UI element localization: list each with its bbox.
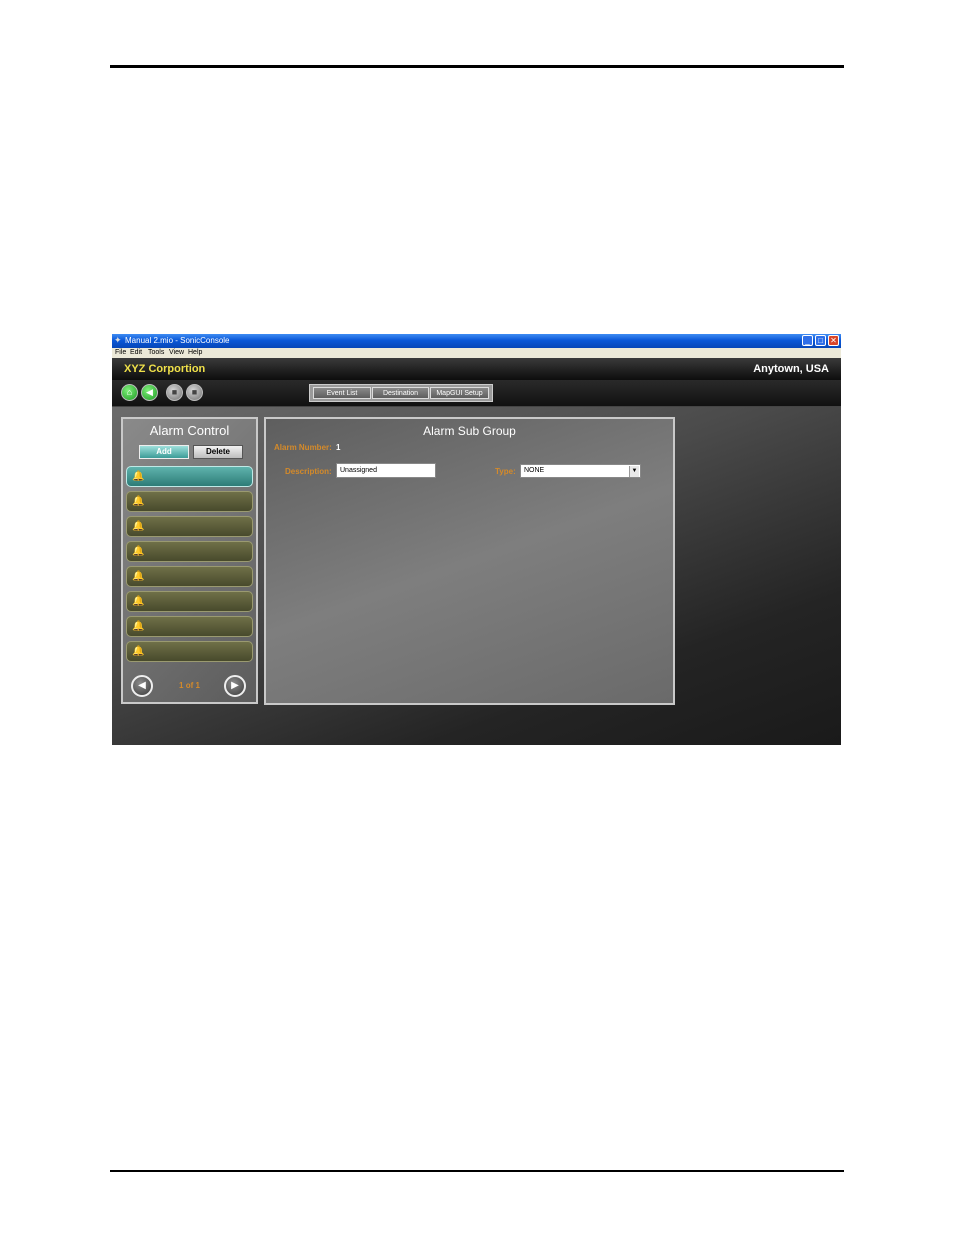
list-item[interactable]: 🔔 xyxy=(126,616,253,637)
alarm-sub-group-title: Alarm Sub Group xyxy=(423,424,516,438)
disabled-tool-icon[interactable]: ■ xyxy=(186,384,203,401)
alarm-bell-icon: 🔔 xyxy=(132,496,145,507)
list-item[interactable]: 🔔 xyxy=(126,566,253,587)
minimize-button[interactable]: _ xyxy=(802,335,813,346)
list-item[interactable]: 🔔 xyxy=(126,516,253,537)
alarm-number-value: 1 xyxy=(336,443,341,452)
alarm-bell-icon: 🔔 xyxy=(132,471,145,482)
page-top-rule xyxy=(110,65,844,68)
alarm-bell-icon: 🔔 xyxy=(132,621,145,632)
page-bottom-rule xyxy=(110,1170,844,1172)
alarm-bell-icon: 🔔 xyxy=(132,521,145,532)
delete-button[interactable]: Delete xyxy=(193,445,243,459)
app-icon: ✦ xyxy=(114,335,122,345)
type-selected-value: NONE xyxy=(524,467,545,474)
list-item[interactable]: 🔔 xyxy=(126,641,253,662)
disabled-tool-icon[interactable]: ■ xyxy=(166,384,183,401)
home-icon[interactable]: ⌂ xyxy=(121,384,138,401)
close-button[interactable]: ✕ xyxy=(828,335,839,346)
tab-destination[interactable]: Destination xyxy=(372,387,429,399)
menu-file[interactable]: File xyxy=(115,348,126,358)
list-item[interactable]: 🔔 xyxy=(126,541,253,562)
maximize-button[interactable]: □ xyxy=(815,335,826,346)
alarm-control-panel: Alarm Control Add Delete 🔔 🔔 🔔 🔔 🔔 🔔 🔔 🔔… xyxy=(121,417,258,704)
app-window: ✦ Manual 2.mio - SonicConsole _ □ ✕ File… xyxy=(112,334,841,745)
description-input[interactable]: Unassigned xyxy=(336,463,436,478)
back-icon[interactable]: ◀ xyxy=(141,384,158,401)
alarm-number-label: Alarm Number: xyxy=(274,443,332,452)
add-button[interactable]: Add xyxy=(139,445,189,459)
menu-help[interactable]: Help xyxy=(188,348,202,358)
type-label: Type: xyxy=(495,467,516,476)
menu-edit[interactable]: Edit xyxy=(130,348,142,358)
location-name: Anytown, USA xyxy=(753,363,829,375)
type-select[interactable]: NONE ▼ xyxy=(520,464,641,478)
alarm-control-title: Alarm Control xyxy=(149,423,230,438)
tab-event-list[interactable]: Event List xyxy=(313,387,371,399)
description-label: Description: xyxy=(285,467,332,476)
window-title: Manual 2.mio - SonicConsole xyxy=(125,336,230,345)
next-page-icon[interactable]: ▶ xyxy=(224,675,246,697)
tab-mapgui-setup[interactable]: MapGUI Setup xyxy=(430,387,489,399)
list-item[interactable]: 🔔 xyxy=(126,591,253,612)
alarm-sub-group-panel: Alarm Sub Group Alarm Number: 1 Descript… xyxy=(264,417,675,705)
nav-tab-group: Event List Destination MapGUI Setup xyxy=(309,384,493,402)
alarm-bell-icon: 🔔 xyxy=(132,571,145,582)
alarm-bell-icon: 🔔 xyxy=(132,646,145,657)
chevron-down-icon[interactable]: ▼ xyxy=(629,466,639,477)
menu-bar: File Edit Tools View Help xyxy=(112,348,841,358)
menu-view[interactable]: View xyxy=(169,348,184,358)
list-item[interactable]: 🔔 xyxy=(126,466,253,487)
alarm-bell-icon: 🔔 xyxy=(132,546,145,557)
company-name: XYZ Corportion xyxy=(124,363,206,375)
title-bar[interactable]: ✦ Manual 2.mio - SonicConsole _ □ ✕ xyxy=(112,334,841,348)
alarm-bell-icon: 🔔 xyxy=(132,596,145,607)
list-item[interactable]: 🔔 xyxy=(126,491,253,512)
menu-tools[interactable]: Tools xyxy=(148,348,164,358)
header-bar: XYZ Corportion Anytown, USA xyxy=(112,358,841,380)
